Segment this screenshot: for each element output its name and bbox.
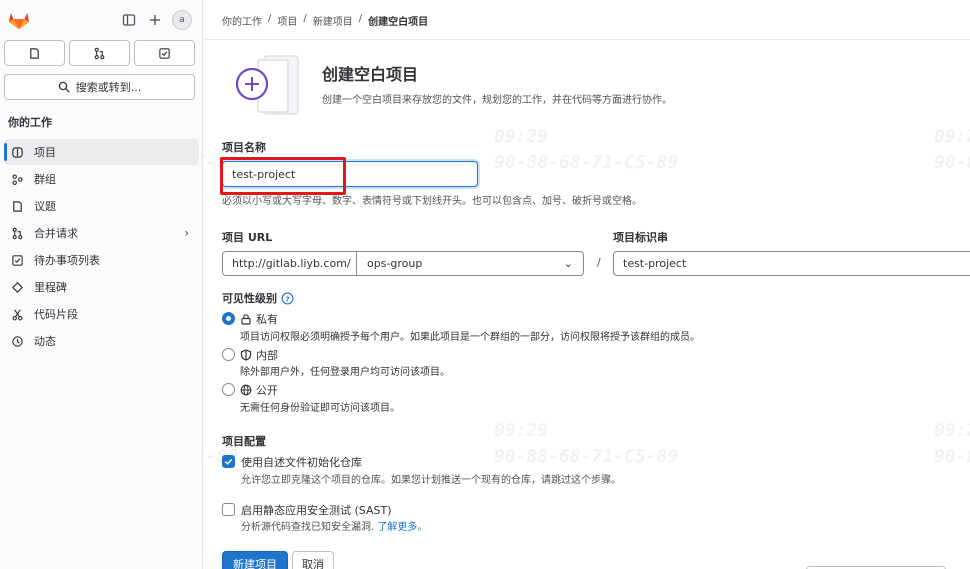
svg-text:?: ? [285,294,289,303]
snippet-icon [10,307,24,321]
project-slug-label: 项目标识串 [613,231,668,244]
project-url-prefix: http://gitlab.liyb.com/ [222,251,356,276]
sidebar-item-activity[interactable]: 动态 [4,328,199,354]
merge-request-icon [10,226,24,240]
sidebar-item-projects[interactable]: 项目 [4,139,199,165]
breadcrumb-separator: / [303,13,307,24]
breadcrumb-your-work[interactable]: 你的工作 [222,13,262,28]
sast-desc-text: 分析源代码查找已知安全漏洞. [241,522,375,533]
namespace-value: ops-group [367,257,423,270]
visibility-private-label: 私有 [256,313,278,326]
sidebar-top: a [8,8,194,32]
chevron-right-icon[interactable]: › [184,226,189,240]
sidebar-item-issues[interactable]: 议题 [4,193,199,219]
learn-more-link[interactable]: 了解更多。 [377,522,427,533]
readme-checkbox[interactable] [222,455,235,468]
issues-icon [10,199,24,213]
todos-tile-button[interactable] [134,40,195,66]
visibility-label: 可见性级别 [222,292,277,305]
sidebar-counters [4,40,195,66]
issues-tile-button[interactable] [4,40,65,66]
group-icon [10,172,24,186]
sidebar: a 搜索或转到... 你的工作 项目 群组 议题 合并请求 › 待办事项列表 里… [0,0,203,569]
avatar[interactable]: a [172,10,192,30]
todo-icon [10,253,24,267]
sidebar-item-label: 待办事项列表 [34,254,100,267]
blank-project-illustration [235,55,299,115]
sidebar-item-label: 项目 [34,146,56,159]
breadcrumb-current[interactable]: 创建空白项目 [368,13,428,28]
activity-icon [10,334,24,348]
visibility-public-option[interactable]: 公开 [240,382,278,398]
readme-label[interactable]: 使用自述文件初始化仓库 [241,454,362,470]
visibility-public-label: 公开 [256,384,278,397]
visibility-private-radio[interactable] [222,312,235,325]
merge-requests-tile-button[interactable] [69,40,130,66]
help-icon[interactable]: ? [281,292,294,305]
breadcrumb-projects[interactable]: 项目 [277,13,297,28]
project-name-input[interactable]: test-project [222,161,478,187]
main-content: 你的工作 / 项目 / 新建项目 / 创建空白项目 创建空白项目 创建一个空白项… [204,0,970,569]
gitlab-logo-icon[interactable] [8,10,30,30]
project-config-label: 项目配置 [222,435,266,448]
visibility-internal-option[interactable]: 内部 [240,347,278,363]
readme-desc: 允许您立即克隆这个项目的仓库。如果您计划推送一个现有的仓库，请跳过这个步骤。 [241,475,621,486]
sidebar-item-label: 代码片段 [34,308,78,321]
visibility-internal-desc: 除外部用户外，任何登录用户均可访问该项目。 [240,367,450,378]
sidebar-item-milestones[interactable]: 里程碑 [4,274,199,300]
breadcrumb-separator: / [268,13,272,24]
search-icon [58,81,70,93]
namespace-select[interactable]: ops-group ⌄ [356,251,584,276]
todo-icon [159,47,170,59]
sast-label[interactable]: 启用静态应用安全测试 (SAST) [241,502,392,518]
visibility-internal-radio[interactable] [222,348,235,361]
cancel-button[interactable]: 取消 [292,551,334,569]
breadcrumb: 你的工作 / 项目 / 新建项目 / 创建空白项目 [222,13,428,28]
plus-icon[interactable] [146,11,164,29]
visibility-public-desc: 无需任何身份验证即可访问该项目。 [240,403,400,414]
visibility-private-desc: 项目访问权限必须明确授予每个用户。如果此项目是一个群组的一部分，访问权限将授予该… [240,332,700,343]
project-name-label: 项目名称 [222,141,266,154]
sidebar-item-label: 里程碑 [34,281,67,294]
create-project-button[interactable]: 新建项目 [222,551,288,569]
sidebar-item-snippets[interactable]: 代码片段 [4,301,199,327]
sidebar-item-groups[interactable]: 群组 [4,166,199,192]
sidebar-item-label: 合并请求 [34,227,78,240]
sidebar-item-merge-requests[interactable]: 合并请求 › [4,220,199,246]
visibility-heading: 可见性级别 ? [222,290,294,306]
shield-icon [240,349,252,361]
divider [204,39,970,40]
lock-icon [241,314,251,325]
sidebar-item-todos[interactable]: 待办事项列表 [4,247,199,273]
collapse-sidebar-icon[interactable] [120,11,138,29]
visibility-internal-label: 内部 [256,349,278,362]
globe-icon [240,384,252,396]
sast-desc: 分析源代码查找已知安全漏洞. 了解更多。 [241,518,427,533]
page-title: 创建空白项目 [322,65,419,84]
visibility-public-radio[interactable] [222,383,235,396]
merge-request-icon [94,47,105,59]
search-label: 搜索或转到... [75,81,142,94]
sidebar-item-label: 议题 [34,200,56,213]
project-slug-input[interactable]: test-project [613,251,970,276]
sidebar-nav: 项目 群组 议题 合并请求 › 待办事项列表 里程碑 代码片段 动态 [4,139,199,355]
page-description: 创建一个空白项目来存放您的文件，规划您的工作，并在代码等方面进行协作。 [322,95,672,106]
breadcrumb-new-project[interactable]: 新建项目 [313,13,353,28]
project-icon [10,145,24,159]
sidebar-item-label: 群组 [34,173,56,186]
search-button[interactable]: 搜索或转到... [4,74,195,100]
url-slash: / [597,256,601,269]
sidebar-heading: 你的工作 [8,116,52,129]
visibility-private-option[interactable]: 私有 [240,311,278,327]
chevron-down-icon: ⌄ [563,257,573,270]
sast-checkbox[interactable] [222,503,235,516]
check-icon [224,458,233,465]
issues-icon [30,47,39,59]
project-name-help: 必须以小写或大写字母、数字、表情符号或下划线开头。也可以包含点、加号、破折号或空… [222,196,642,207]
breadcrumb-separator: / [358,13,363,24]
project-url-label: 项目 URL [222,231,273,244]
milestone-icon [10,280,24,294]
sidebar-item-label: 动态 [34,335,56,348]
